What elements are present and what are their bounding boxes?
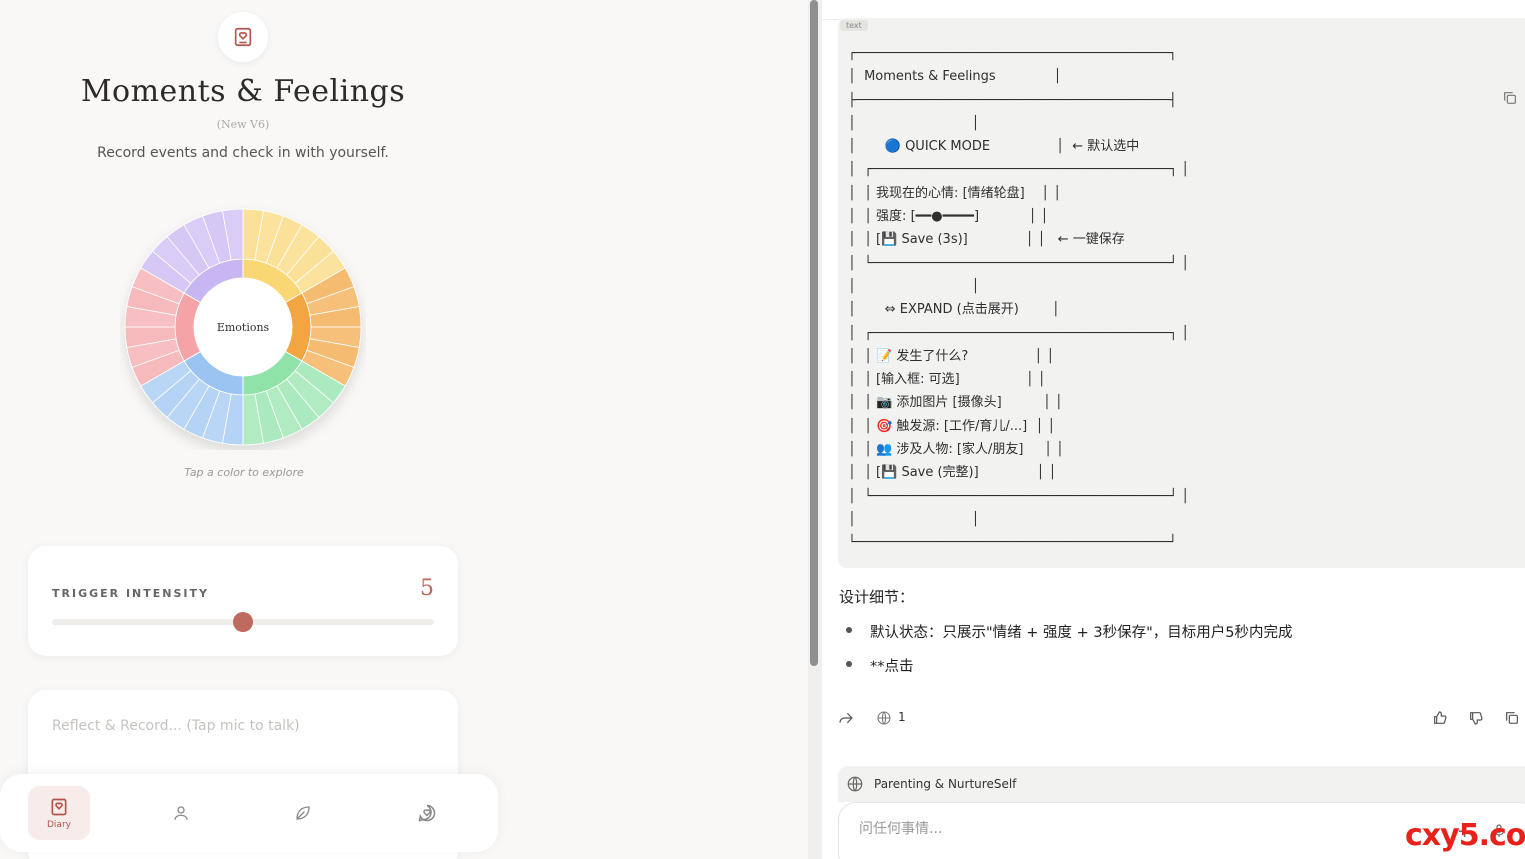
bullet-text: **点击	[870, 659, 914, 675]
app-logo	[218, 12, 268, 62]
copy-code-icon[interactable]	[1502, 90, 1518, 106]
context-bar[interactable]: Parenting & NurtureSelf	[838, 766, 1525, 802]
nav-profile[interactable]	[150, 786, 212, 840]
ascii-line: │ │ 📝 发生了什么? │ │	[848, 348, 1055, 364]
emotion-wheel[interactable]: Emotions	[120, 204, 366, 450]
ascii-layout: ┌───────────────────────────────────────…	[848, 42, 1189, 555]
thumbs-up-icon[interactable]	[1432, 710, 1448, 726]
leaf-icon	[296, 806, 310, 820]
ascii-line: │ 🔵 QUICK MODE │ ← 默认选中	[848, 139, 1140, 155]
thumbs-down-icon[interactable]	[1468, 710, 1484, 726]
globe-icon	[847, 776, 863, 792]
intensity-label: TRIGGER INTENSITY	[52, 587, 209, 600]
ascii-line: │ │ 🎯 触发源: [工作/育儿/...] │ │	[848, 418, 1056, 434]
wheel-center-label: Emotions	[217, 321, 270, 334]
reflect-input[interactable]: Reflect & Record... (Tap mic to talk)	[52, 718, 300, 734]
diary-icon	[51, 798, 67, 815]
panel-scrollbar[interactable]	[808, 0, 822, 859]
ascii-line: │ │	[848, 278, 980, 294]
ascii-line: │ │ 📷 添加图片 [摄像头] │ │	[848, 395, 1063, 411]
ascii-line: │ │ [💾 Save (完整)] │ │	[848, 465, 1057, 481]
nav-growth[interactable]	[272, 786, 334, 840]
nav-diary-label: Diary	[47, 819, 71, 830]
watermark: cxy5.com	[1405, 818, 1525, 853]
ascii-line: │ │ [💾 Save (3s)] │ │ ← 一键保存	[848, 232, 1125, 248]
chat-panel: text ┌──────────────────────────────────…	[822, 0, 1525, 859]
code-block: text ┌──────────────────────────────────…	[838, 18, 1525, 568]
globe-icon[interactable]	[876, 710, 892, 726]
ascii-line: │ └─────────────────────────────────────…	[848, 255, 1190, 271]
app-panel: Moments & Feelings (New V6) Record event…	[0, 0, 808, 859]
intensity-value: 5	[420, 576, 434, 601]
ascii-line: ├───────────────────────────────────────…	[848, 92, 1177, 108]
ascii-line: │ └─────────────────────────────────────…	[848, 488, 1190, 504]
ascii-line: │ │	[848, 511, 980, 527]
ascii-line: │ ⇔ EXPAND (点击展开) │	[848, 302, 1060, 318]
ascii-line: │ │ 👥 涉及人物: [家人/朋友] │ │	[848, 442, 1064, 458]
ascii-line: └───────────────────────────────────────…	[848, 535, 1177, 551]
tap-hint: Tap a color to explore	[184, 466, 304, 479]
citation-count[interactable]: 1	[898, 710, 906, 724]
details-heading: 设计细节：	[839, 588, 915, 606]
nav-chat[interactable]	[396, 786, 458, 840]
chat-input[interactable]	[859, 821, 1359, 837]
bullet-dot	[846, 627, 852, 633]
share-icon[interactable]	[838, 710, 854, 726]
ascii-line: │ ┌─────────────────────────────────────…	[848, 325, 1190, 341]
bottom-nav: Diary	[0, 774, 498, 852]
app-version: (New V6)	[216, 118, 270, 131]
ascii-line: │ │ [输入框: 可选] │ │	[848, 372, 1046, 388]
ascii-line: │ │	[848, 115, 980, 131]
app-title: Moments & Feelings	[80, 74, 406, 109]
scrollbar-thumb[interactable]	[810, 0, 818, 666]
ascii-line: │ │ 我现在的心情: [情绪轮盘] │ │	[848, 185, 1062, 201]
intensity-slider-thumb[interactable]	[233, 612, 253, 632]
code-language-label: text	[840, 20, 868, 31]
diary-heart-icon	[234, 27, 252, 47]
person-icon	[174, 806, 188, 820]
app-subtitle: Record events and check in with yourself…	[97, 145, 389, 161]
chat-top-strip	[822, 0, 1525, 20]
chat-heart-icon	[418, 804, 436, 822]
context-label: Parenting & NurtureSelf	[874, 777, 1017, 791]
bullet-text: 默认状态：只展示"情绪 + 强度 + 3秒保存"，目标用户5秒内完成	[870, 625, 1293, 641]
intensity-card: TRIGGER INTENSITY 5	[28, 546, 458, 656]
copy-icon[interactable]	[1504, 710, 1520, 726]
nav-diary[interactable]: Diary	[28, 786, 90, 840]
ascii-line: │ Moments & Feelings │	[848, 69, 1062, 85]
bullet-dot	[846, 661, 852, 667]
ascii-line: ┌───────────────────────────────────────…	[848, 46, 1177, 61]
ascii-line: │ ┌─────────────────────────────────────…	[848, 162, 1190, 178]
ascii-line: │ │ 强度: [━━●━━━━] │ │	[848, 209, 1049, 225]
